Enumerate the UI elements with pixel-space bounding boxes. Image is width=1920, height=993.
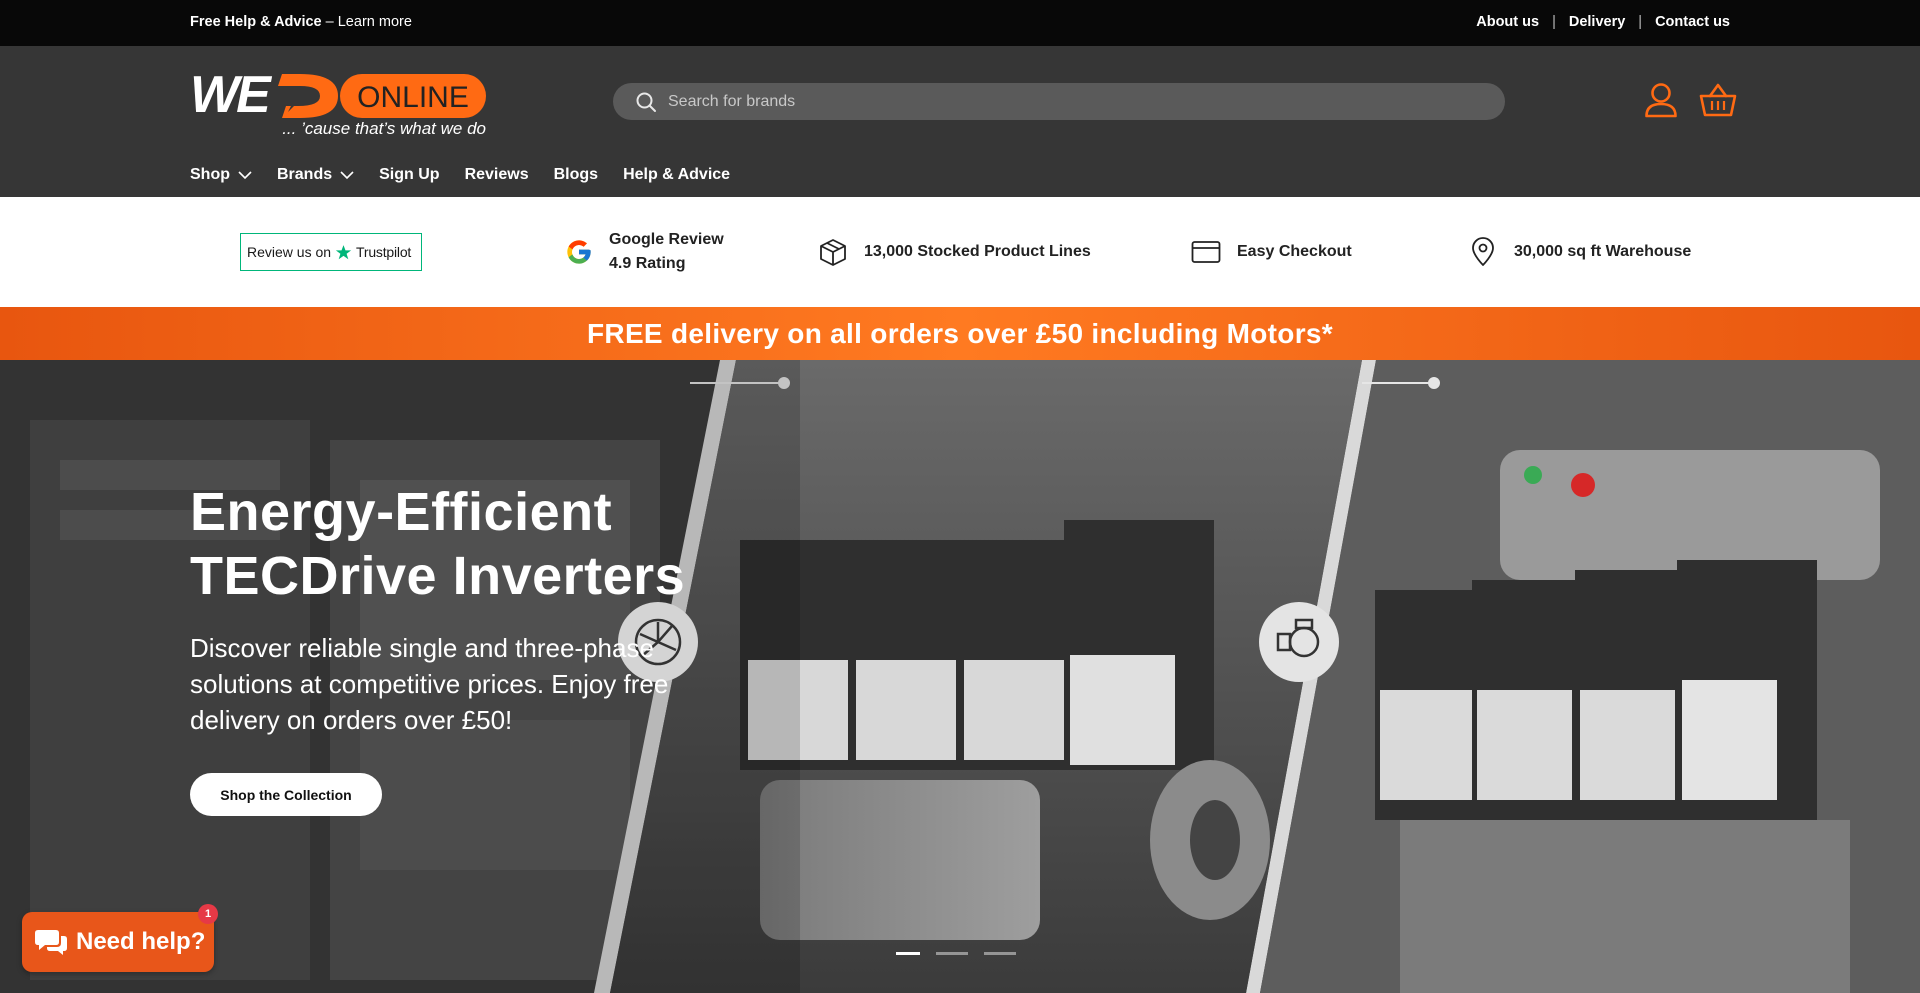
nav-help-advice[interactable]: Help & Advice [623,166,730,184]
contact-us-link[interactable]: Contact us [1655,14,1730,30]
delivery-link[interactable]: Delivery [1569,14,1625,30]
nav-help-advice-label: Help & Advice [623,166,731,183]
google-rating-label: 4.9 Rating [609,255,686,272]
google-review-label: Google Review [609,231,724,248]
warehouse-text: 30,000 sq ft Warehouse [1514,243,1692,260]
nav-sign-up-label: Sign Up [379,166,440,183]
hero-slideshow: Energy-Efficient TECDrive Inverters Disc… [0,360,1920,993]
free-delivery-banner[interactable]: FREE delivery on all orders over £50 inc… [0,307,1920,360]
site-header: WE ONLINE ... ’cause that’s what we do S… [0,46,1920,197]
logo-online: ONLINE [357,81,469,114]
unread-badge: 1 [198,904,218,924]
announcement-bar: Free Help & Advice – Learn more About us… [0,0,1920,46]
help-advice-bold: Free Help & Advice [190,14,322,30]
wed-online-logo[interactable]: WE ONLINE ... ’cause that’s what we do [190,66,490,140]
nav-reviews-label: Reviews [464,166,529,183]
account-icon[interactable] [1644,82,1678,118]
hero-title: Energy-Efficient TECDrive Inverters [190,480,685,608]
box-icon [820,239,846,266]
credit-card-icon [1191,241,1221,263]
help-advice-link[interactable]: Free Help & Advice – Learn more [190,14,412,30]
separator: | [1552,14,1556,30]
search-bar[interactable] [613,83,1505,120]
learn-more-text: – Learn more [321,14,412,30]
need-help-chat-button[interactable]: Need help? 1 [22,904,218,972]
nav-shop-label: Shop [190,166,230,183]
nav-brands[interactable]: Brands [277,166,354,184]
trustpilot-widget[interactable]: Review us on Trustpilot [240,233,422,271]
search-icon[interactable] [634,90,658,114]
nav-blogs-label: Blogs [553,166,599,183]
utility-links: About us | Delivery | Contact us [1476,14,1730,30]
trustpilot-brand: Trustpilot [356,244,412,260]
nav-brands-label: Brands [277,166,333,183]
location-pin-icon [1472,237,1494,266]
chevron-down-icon [340,170,354,179]
easy-checkout-feature: Easy Checkout [1191,197,1352,307]
hero-title-line-2: TECDrive Inverters [190,546,686,606]
about-us-link[interactable]: About us [1476,14,1539,30]
chevron-down-icon [238,170,252,179]
separator: | [1638,14,1643,30]
slide-indicators [896,952,1016,955]
nav-blogs[interactable]: Blogs [554,166,598,184]
logo-tagline: ... ’cause that’s what we do [282,119,486,138]
slide-dot-1[interactable] [896,952,920,955]
slide-dot-2[interactable] [936,952,968,955]
trustpilot-prefix: Review us on [247,244,332,260]
trust-strip: Review us on Trustpilot Google Review 4.… [0,197,1920,307]
google-review-feature: Google Review 4.9 Rating [565,197,724,307]
need-help-label: Need help? [76,928,206,955]
warehouse-feature: 30,000 sq ft Warehouse [1468,197,1691,307]
chat-bubble-icon [35,930,67,955]
hero-subtitle: Discover reliable single and three-phase… [190,633,669,735]
google-g-icon [567,240,591,264]
nav-shop[interactable]: Shop [190,166,252,184]
trustpilot-star-icon [335,244,352,259]
nav-sign-up[interactable]: Sign Up [379,166,439,184]
stocked-lines-text: 13,000 Stocked Product Lines [864,243,1091,260]
basket-icon[interactable] [1699,82,1737,118]
easy-checkout-text: Easy Checkout [1237,243,1352,260]
main-nav: Shop Brands Sign Up Reviews Blogs Help &… [190,166,730,184]
stocked-lines-feature: 13,000 Stocked Product Lines [818,197,1091,307]
shop-collection-button[interactable]: Shop the Collection [190,773,382,816]
search-input[interactable] [668,92,1468,111]
logo-we: WE [190,66,272,124]
slide-dot-3[interactable] [984,952,1016,955]
nav-reviews[interactable]: Reviews [465,166,529,184]
hero-title-line-1: Energy-Efficient [190,482,613,542]
